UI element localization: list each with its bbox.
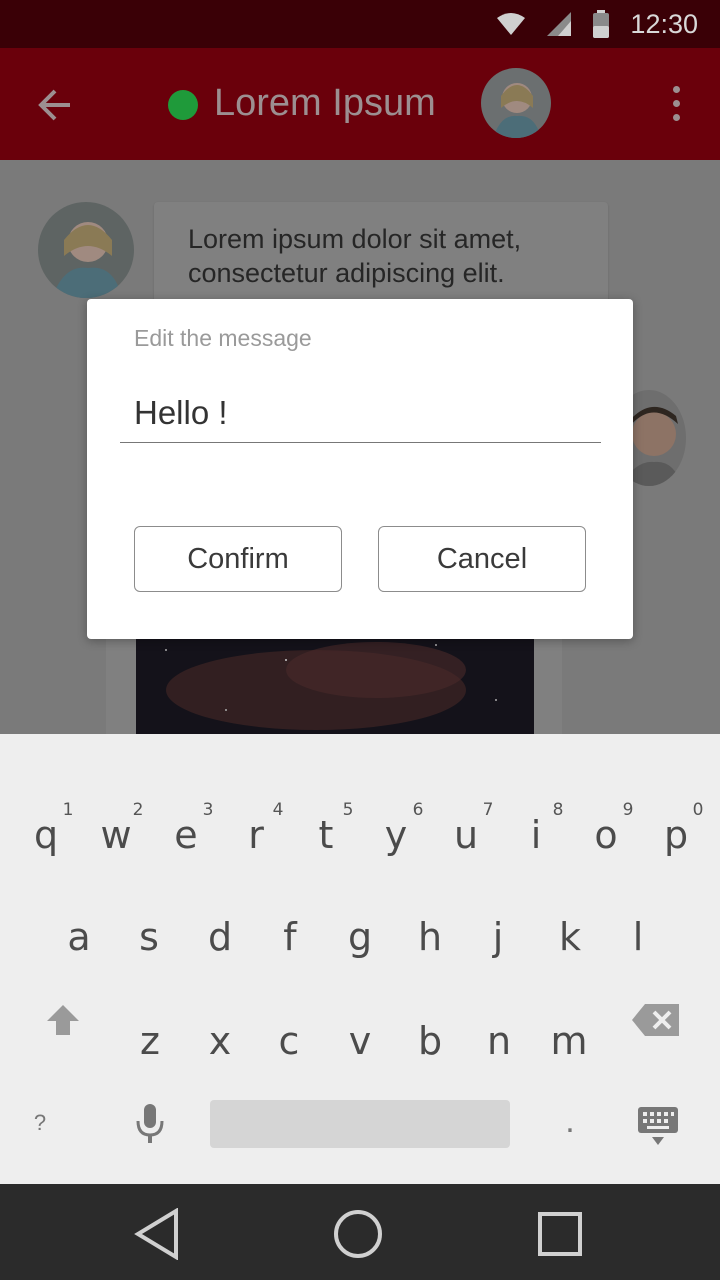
keyboard-hide-icon: [638, 1107, 678, 1145]
more-vert-icon[interactable]: [660, 78, 692, 128]
key-z[interactable]: z: [118, 966, 182, 1060]
key-f[interactable]: f: [258, 862, 322, 956]
online-status-indicator: [168, 90, 198, 120]
shift-key[interactable]: [42, 1000, 84, 1040]
contact-avatar[interactable]: [481, 68, 551, 138]
arrow-left-icon: [38, 89, 70, 121]
navigation-bar: [0, 1184, 720, 1280]
signal-icon: [547, 12, 572, 36]
nav-back-button[interactable]: [128, 1204, 188, 1264]
nav-back-icon: [134, 1208, 178, 1260]
key-q[interactable]: 1q: [14, 760, 78, 854]
key-c[interactable]: c: [257, 966, 321, 1060]
key-m[interactable]: m: [537, 966, 601, 1060]
key-a[interactable]: a: [47, 862, 111, 956]
key-w[interactable]: 2w: [84, 760, 148, 854]
confirm-button[interactable]: Confirm: [134, 526, 342, 592]
key-r[interactable]: 4r: [224, 760, 288, 854]
key-y[interactable]: 6y: [364, 760, 428, 854]
key-t[interactable]: 5t: [294, 760, 358, 854]
nav-recents-icon: [538, 1212, 582, 1256]
key-x[interactable]: x: [188, 966, 252, 1060]
page-title: Lorem Ipsum: [214, 82, 436, 124]
key-h[interactable]: h: [398, 862, 462, 956]
message-input[interactable]: [120, 383, 601, 443]
key-n[interactable]: n: [467, 966, 531, 1060]
sender-avatar[interactable]: [38, 202, 134, 298]
key-p[interactable]: 0p: [644, 760, 708, 854]
key-l[interactable]: l: [606, 862, 670, 956]
status-bar: 12:30: [0, 0, 720, 48]
nav-home-icon: [334, 1210, 382, 1258]
soft-keyboard: 1q 2w 3e 4r 5t 6y 7u 8i 9o 0p a s d f g …: [0, 734, 720, 1184]
microphone-icon: [136, 1104, 164, 1143]
symbols-key[interactable]: ?: [20, 1110, 60, 1140]
key-b[interactable]: b: [398, 966, 462, 1060]
voice-input-button[interactable]: [128, 1100, 172, 1148]
period-key[interactable]: .: [548, 1102, 592, 1152]
key-k[interactable]: k: [538, 862, 602, 956]
status-time: 12:30: [630, 8, 698, 39]
wifi-icon: [497, 13, 526, 35]
cancel-button[interactable]: Cancel: [378, 526, 586, 592]
key-g[interactable]: g: [328, 862, 392, 956]
backspace-icon: [632, 1004, 679, 1036]
key-d[interactable]: d: [188, 862, 252, 956]
key-e[interactable]: 3e: [154, 760, 218, 854]
key-i[interactable]: 8i: [504, 760, 568, 854]
shift-icon: [47, 1005, 79, 1035]
back-button[interactable]: [30, 80, 80, 130]
backspace-key[interactable]: [630, 1000, 682, 1040]
key-j[interactable]: j: [466, 862, 530, 956]
nebula-image[interactable]: [136, 630, 534, 734]
dialog-title: Edit the message: [134, 325, 312, 351]
battery-icon: [593, 10, 610, 38]
key-v[interactable]: v: [328, 966, 392, 1060]
message-text: Lorem ipsum dolor sit amet, consectetur …: [188, 224, 522, 288]
nav-recents-button[interactable]: [530, 1204, 590, 1264]
key-u[interactable]: 7u: [434, 760, 498, 854]
key-s[interactable]: s: [117, 862, 181, 956]
nav-home-button[interactable]: [328, 1204, 388, 1264]
space-bar[interactable]: [210, 1100, 510, 1148]
key-o[interactable]: 9o: [574, 760, 638, 854]
hide-keyboard-button[interactable]: [634, 1102, 682, 1150]
edit-message-dialog: Edit the message Confirm Cancel: [87, 299, 633, 639]
